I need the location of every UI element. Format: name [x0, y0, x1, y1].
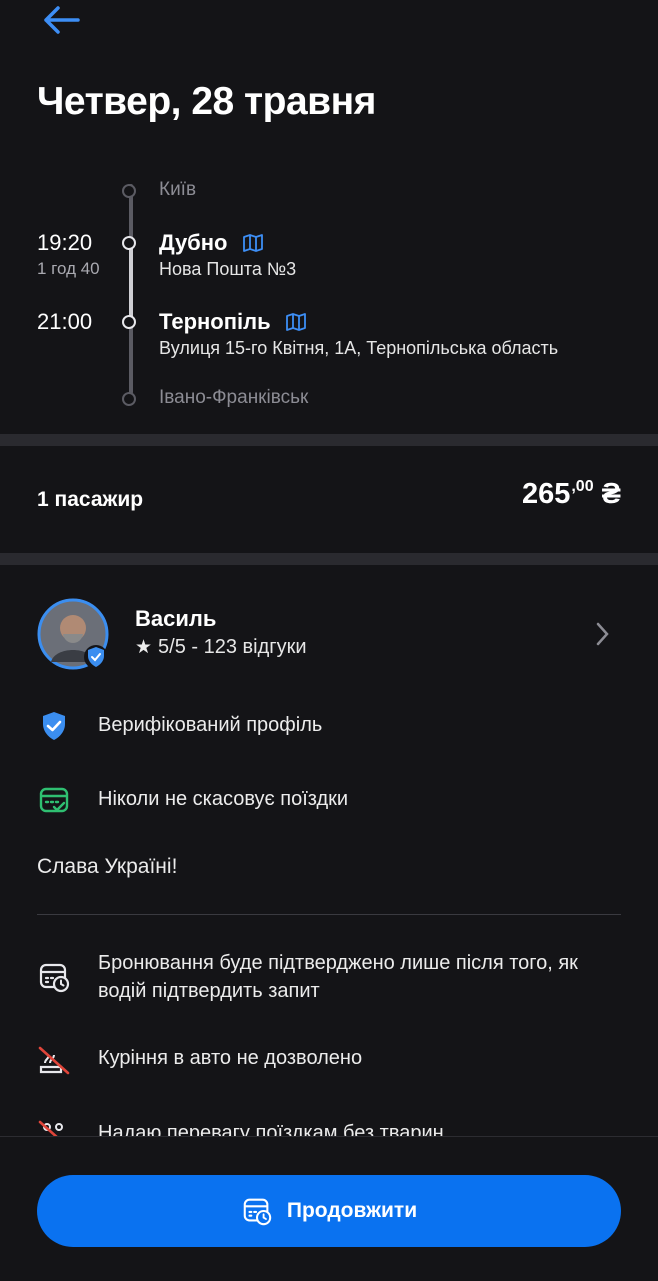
passenger-count: 1 пасажир: [37, 488, 144, 511]
price: 265,00 ₴: [522, 478, 621, 511]
price-cents: ,00: [571, 478, 594, 495]
departure-city-link[interactable]: Дубно: [159, 230, 264, 256]
arrow-left-icon: [44, 6, 80, 34]
trip-duration: 1 год 40: [37, 259, 100, 278]
departure-time: 19:20: [37, 230, 93, 255]
departure-dot: [122, 236, 136, 250]
route-timeline: Київ 19:20 1 год 40 Дубно Нова Пошта №3 …: [0, 170, 658, 420]
origin-city: Київ: [159, 179, 197, 200]
continue-button-label: Продовжити: [286, 1199, 418, 1222]
departure-city: Дубно: [159, 230, 228, 255]
verified-badge-icon: [84, 645, 108, 669]
feature-verified: Верифікований профіль: [98, 714, 323, 736]
price-main: 265: [521, 478, 571, 510]
star-icon: ★: [135, 637, 153, 658]
rule-booking-confirmation: Бронювання буде підтверджено лише після …: [98, 952, 578, 1002]
destination-city: Івано-Франківськ: [159, 387, 309, 408]
avatar[interactable]: [37, 598, 109, 670]
continue-button[interactable]: Продовжити: [37, 1175, 621, 1247]
back-button[interactable]: [40, 4, 84, 36]
route-rail-active: [129, 240, 133, 320]
arrival-city: Тернопіль: [159, 309, 271, 334]
origin-dot: [122, 184, 136, 198]
rating-text: 5/5 - 123 відгуки: [158, 636, 307, 658]
map-icon[interactable]: [242, 233, 264, 253]
driver-bio: Слава Україні!: [37, 855, 178, 878]
destination-dot: [122, 392, 136, 406]
chevron-right-icon[interactable]: [592, 620, 612, 648]
currency: ₴: [601, 478, 621, 510]
arrival-address: Вулиця 15-го Квітня, 1А, Тернопільська о…: [159, 338, 559, 358]
rule-no-smoking: Куріння в авто не дозволено: [98, 1047, 363, 1069]
section-divider: [0, 553, 658, 565]
calendar-clock-icon: [37, 960, 71, 994]
driver-rating: ★ 5/5 - 123 відгуки: [135, 636, 307, 659]
driver-card[interactable]: [20, 585, 638, 685]
feature-never-cancels: Ніколи не скасовує поїздки: [98, 788, 349, 810]
arrival-city-link[interactable]: Тернопіль: [159, 309, 307, 335]
arrival-time: 21:00: [37, 309, 93, 334]
arrival-dot: [122, 315, 136, 329]
calendar-check-icon: [37, 783, 71, 817]
map-icon[interactable]: [285, 312, 307, 332]
no-smoking-icon: [37, 1043, 71, 1077]
departure-address: Нова Пошта №3: [159, 259, 297, 279]
page-title: Четвер, 28 травня: [37, 80, 376, 123]
divider: [37, 914, 621, 915]
calendar-clock-icon: [243, 1198, 272, 1226]
shield-check-icon: [37, 709, 71, 743]
section-divider: [0, 434, 658, 446]
driver-name: Василь: [135, 606, 217, 631]
